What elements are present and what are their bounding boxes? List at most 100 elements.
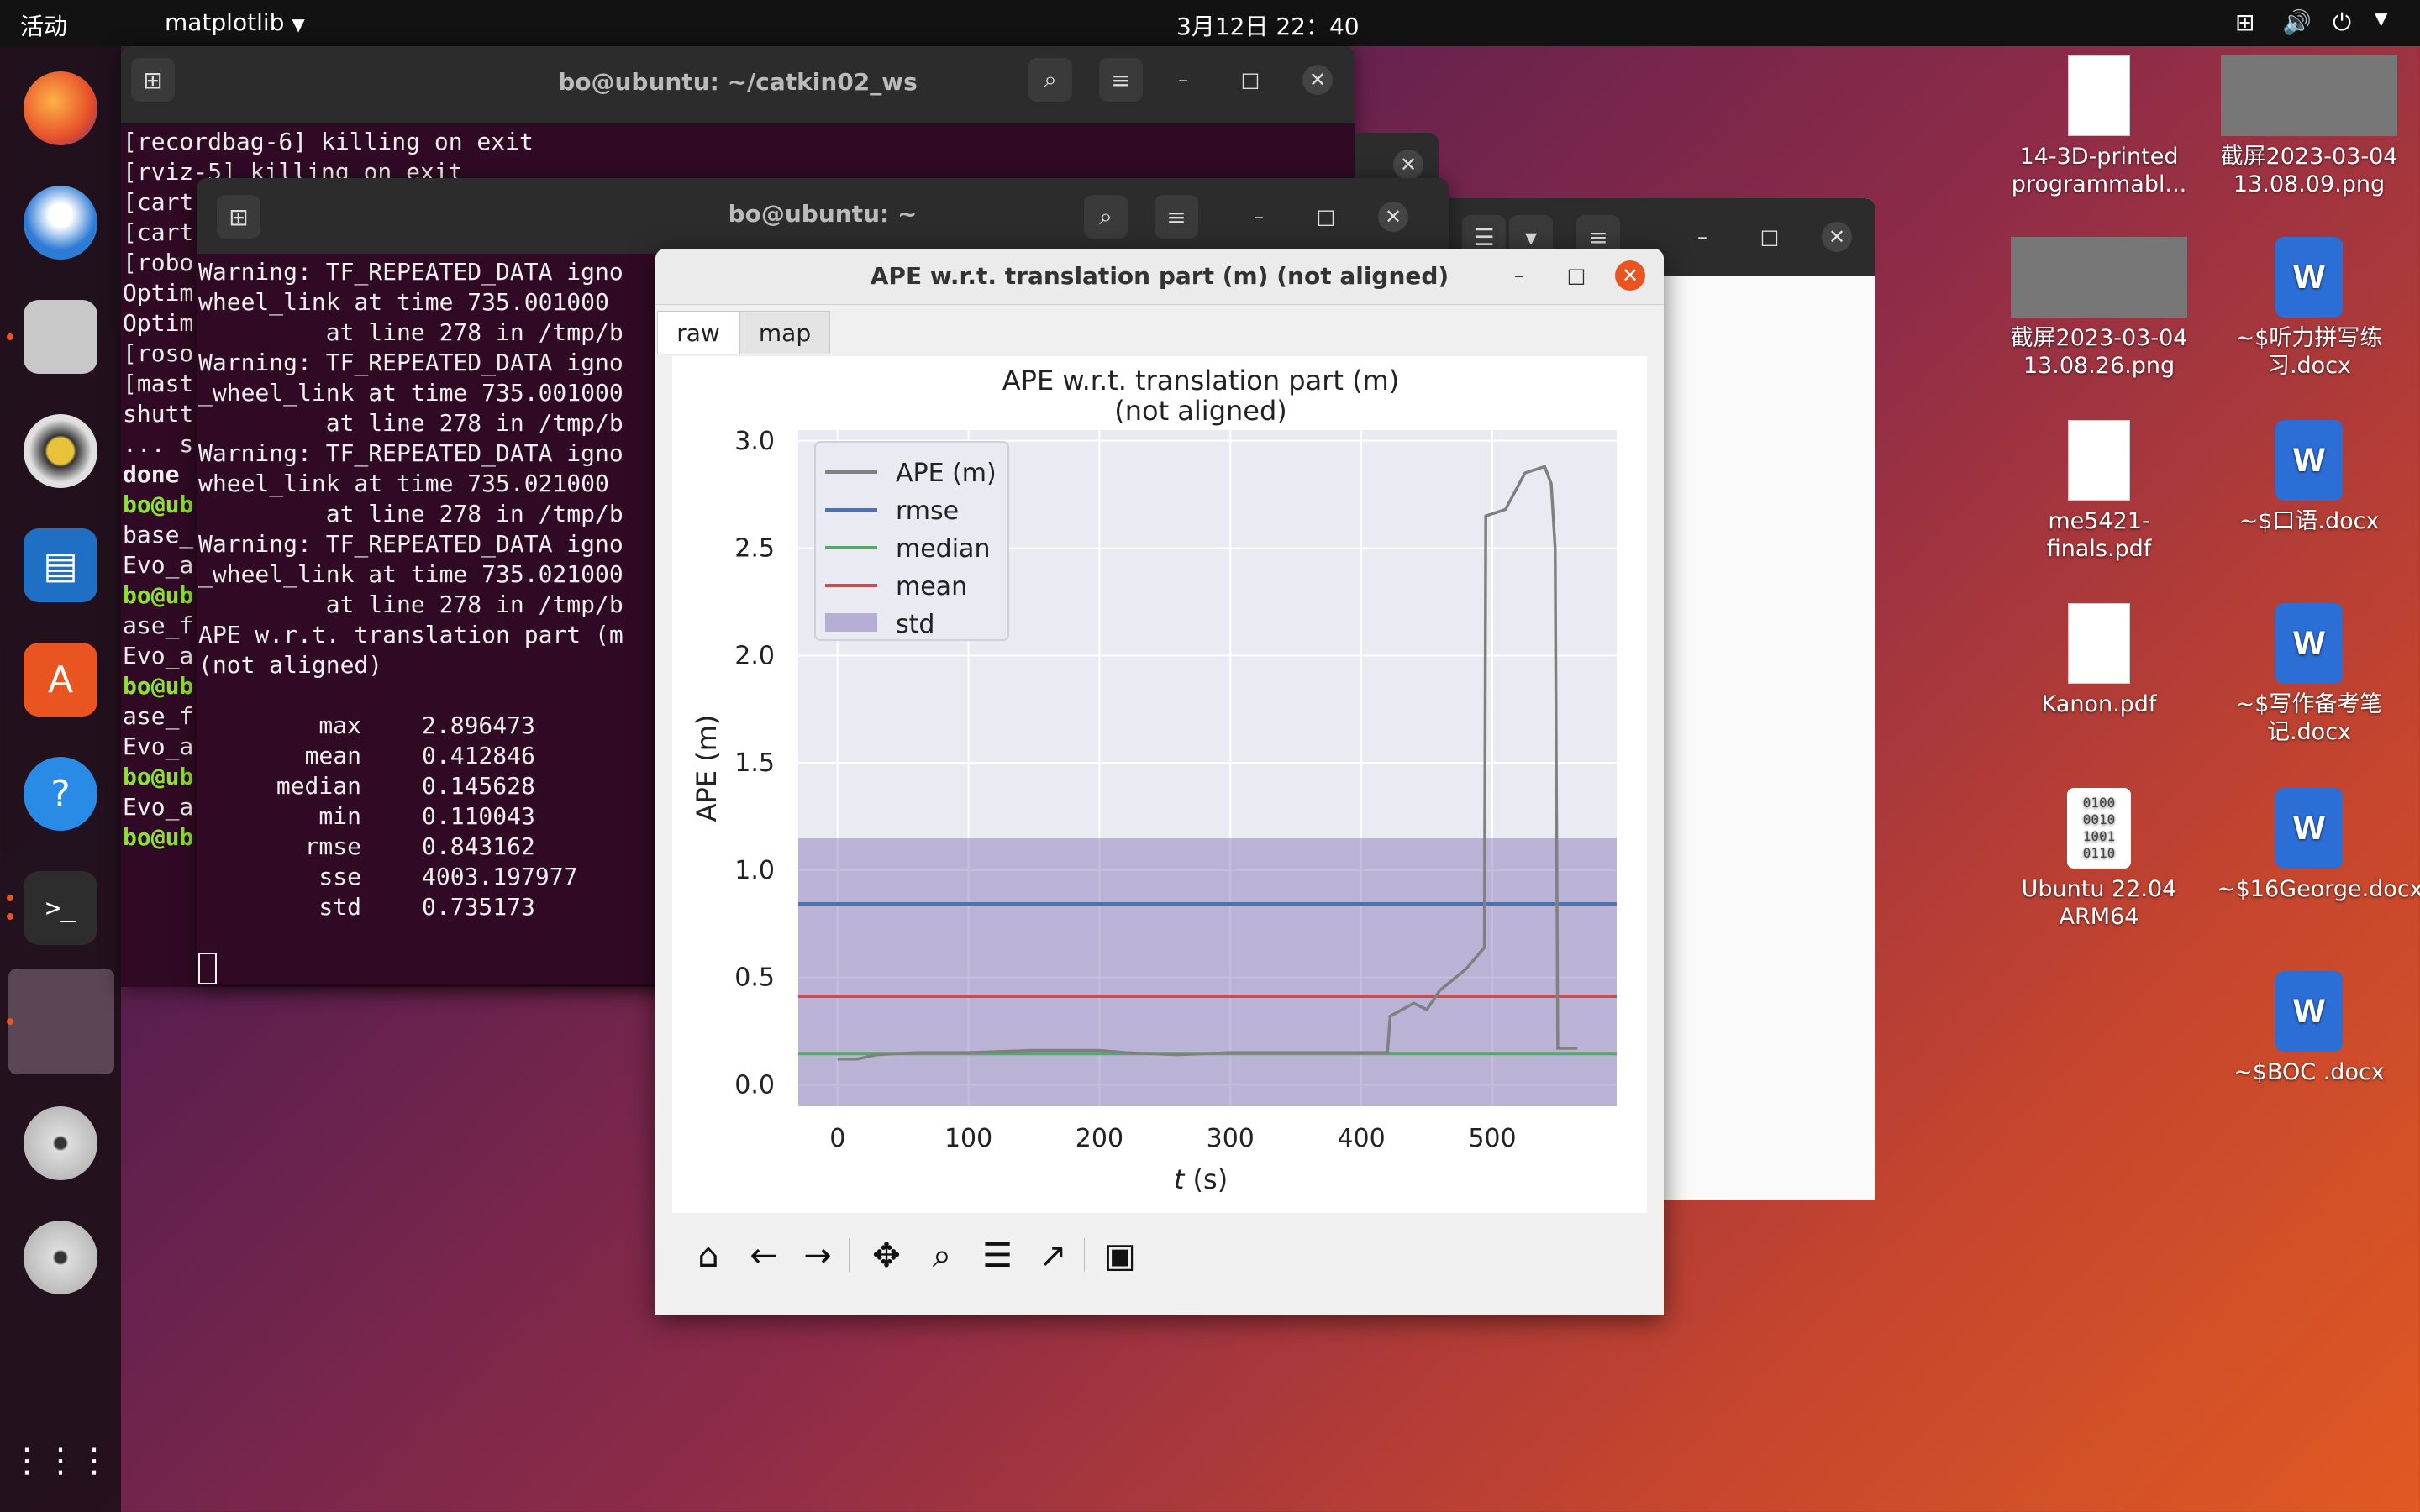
dock: ▤ A ? >_ ⋮⋮⋮ [0,46,121,1512]
stat-value: 2.896473 [422,711,535,739]
clock[interactable]: 3月12日 22：40 [1176,8,1360,42]
back-arrow-icon[interactable]: ← [739,1231,788,1280]
y-tick-label: 2.5 [734,534,775,564]
search-icon[interactable]: ⌕ [1028,58,1072,102]
desktop-icon[interactable]: Kanon.pdf [2007,603,2191,718]
files-icon[interactable] [24,300,97,374]
search-icon[interactable]: ⌕ [1084,195,1128,239]
tab-label: raw [676,318,720,347]
chevron-down-icon[interactable]: ▼ [2375,8,2387,29]
maximize-icon[interactable]: □ [1311,202,1341,232]
stat-key: median [276,772,361,800]
terminal-icon[interactable]: >_ [24,871,97,945]
minimize-icon[interactable]: – [1168,65,1198,95]
firefox-icon[interactable] [24,71,97,145]
thunderbird-icon[interactable] [24,186,97,260]
minimize-icon[interactable]: – [1504,260,1534,291]
desktop-icon-label: Kanon.pdf [2041,691,2157,717]
zoom-icon[interactable]: ⌕ [918,1231,966,1280]
terminal-line: [recordbag-6] killing on exit [123,128,534,155]
figure-canvas[interactable]: 0 100 200 300 400 500 0.0 0.5 1.0 1.5 2.0 2.5 3.0 APE… [672,356,1647,1213]
menu-icon[interactable]: ≡ [1099,58,1143,102]
home-icon[interactable]: ⌂ [684,1231,733,1280]
toolbar-separator [849,1238,850,1272]
tab-map[interactable]: map [739,311,830,354]
ape-chart[interactable]: 0 100 200 300 400 500 0.0 0.5 1.0 1.5 2.0 2.5 3.0 APE… [672,356,1647,1213]
legend-label: APE (m) [896,459,997,488]
close-icon[interactable]: ✕ [1378,202,1408,232]
legend-label: median [896,534,990,564]
y-tick-label: 2.0 [734,641,775,670]
top-bar: 活动 matplotlib ▼ 3月12日 22：40 ⊞ 🔊 ⏻ ▼ [0,0,2420,46]
maximize-icon[interactable]: □ [1235,65,1265,95]
desktop-icon[interactable]: W ~$写作备考笔记.docx [2217,603,2402,746]
show-apps-icon[interactable]: ⋮⋮⋮ [10,1424,111,1498]
rhythmbox-icon[interactable] [24,414,97,488]
word-doc-icon: W [2275,420,2343,501]
pdf-icon [2068,55,2130,136]
software-icon[interactable]: A [24,643,97,717]
desktop-icon[interactable]: W ~$口语.docx [2217,420,2402,535]
running-indicator [7,895,13,901]
chevron-down-icon: ▼ [292,14,305,34]
matplotlib-dock-item[interactable] [8,969,114,1074]
desktop-icon[interactable]: 截屏2023-03-04 13.08.09.png [2217,55,2402,198]
maximize-icon[interactable]: □ [1561,260,1591,291]
network-icon[interactable]: ⊞ [2235,8,2254,36]
menu-icon[interactable]: ≡ [1155,195,1198,239]
activities-button[interactable]: 活动 [20,8,67,42]
volume-icon[interactable]: 🔊 [2282,8,2312,36]
desktop-icon[interactable]: me5421-finals.pdf [2007,420,2191,563]
matplotlib-header: APE w.r.t. translation part (m) (not ali… [655,249,1664,305]
stat-key: min [318,802,361,830]
desktop-icon[interactable]: W ~$听力拼写练习.docx [2217,237,2402,380]
desktop-icon-label: me5421-finals.pdf [2046,508,2152,562]
x-tick-label: 200 [1076,1124,1123,1153]
stat-key: sse [318,863,361,890]
desktop-icon[interactable]: 截屏2023-03-04 13.08.26.png [2007,237,2191,380]
writer-icon[interactable]: ▤ [24,528,97,602]
std-band [798,838,1617,1106]
image-file-icon [2221,55,2397,136]
chart-title-line2: (not aligned) [1114,395,1287,427]
close-icon[interactable]: ✕ [1822,222,1852,252]
minimize-icon[interactable]: – [1687,222,1718,252]
configure-subplots-icon[interactable]: ☰ [973,1231,1022,1280]
help-icon[interactable]: ? [24,757,97,831]
minimize-icon[interactable]: – [1244,202,1274,232]
pan-icon[interactable]: ✥ [862,1231,911,1280]
word-doc-icon: W [2275,237,2343,318]
terminal-cursor [198,953,217,984]
close-icon[interactable]: ✕ [1615,260,1645,291]
desktop-icon-label: ~$BOC .docx [2233,1059,2385,1085]
desktop-icon[interactable]: W ~$BOC .docx [2217,971,2402,1086]
legend-label: std [896,610,934,639]
save-icon[interactable]: ▣ [1096,1231,1144,1280]
disc-icon[interactable] [24,1106,97,1180]
desktop-icon-label: Ubuntu 22.04 ARM64 [2021,876,2177,930]
desktop-icon[interactable]: 0100 0010 1001 0110 Ubuntu 22.04 ARM64 [2007,788,2191,931]
x-tick-label: 300 [1207,1124,1255,1153]
edit-axis-icon[interactable]: ↗ [1028,1231,1077,1280]
stat-key: rmse [304,832,361,860]
desktop-icon-label: 截屏2023-03-04 13.08.09.png [2220,144,2398,197]
running-indicator [7,1018,13,1025]
desktop-icon-label: 14-3D-printed programmabl... [2011,144,2187,197]
binary-file-icon: 0100001010010110 [2067,788,2131,869]
disc-icon[interactable] [24,1221,97,1294]
image-file-icon [2011,237,2187,318]
pdf-icon [2068,603,2130,684]
desktop-icon[interactable]: W ~$16George.docx [2217,788,2420,903]
desktop-icon[interactable]: 14-3D-printed programmabl... [2007,55,2191,198]
running-indicator [7,333,13,340]
forward-arrow-icon[interactable]: → [793,1231,842,1280]
terminal-header: ⊞ bo@ubuntu: ~ ⌕ ≡ – □ ✕ [197,178,1449,254]
power-icon[interactable]: ⏻ [2333,8,2351,37]
app-menu[interactable]: matplotlib ▼ [165,8,305,36]
maximize-icon[interactable]: □ [1754,222,1785,252]
close-icon[interactable]: ✕ [1393,150,1423,180]
stat-value: 4003.197977 [422,863,578,890]
close-icon[interactable]: ✕ [1302,65,1333,95]
stat-key: mean [304,742,361,769]
tab-raw[interactable]: raw [657,311,739,354]
